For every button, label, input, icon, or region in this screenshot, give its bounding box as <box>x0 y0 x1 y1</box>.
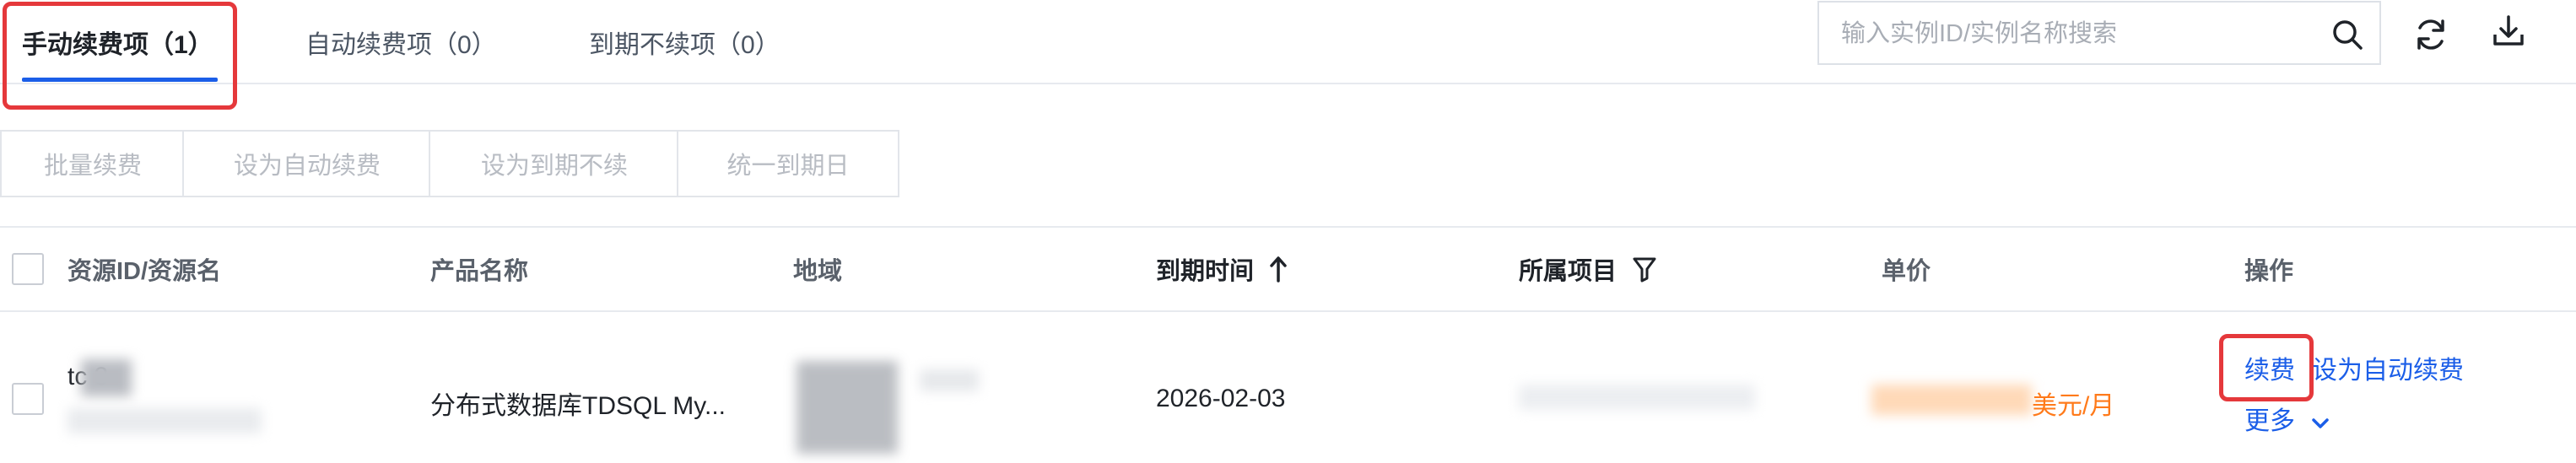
batch-renew-button[interactable]: 批量续费 <box>0 130 186 197</box>
sort-ascending-icon[interactable] <box>1267 255 1289 283</box>
search-input[interactable] <box>1839 11 2315 57</box>
column-header-resource: 资源ID/资源名 <box>68 258 222 285</box>
tab-auto-renew[interactable]: 自动续费项（0） <box>305 0 497 84</box>
redacted-resource-id <box>81 359 132 396</box>
redacted-region <box>797 361 898 454</box>
redacted-project <box>1519 385 1755 410</box>
redacted-resource-name <box>68 408 262 433</box>
set-no-renew-button[interactable]: 设为到期不续 <box>429 130 680 197</box>
unify-expiry-button[interactable]: 统一到期日 <box>677 130 899 197</box>
set-auto-renew-link[interactable]: 设为自动续费 <box>2312 349 2464 386</box>
price-unit: 美元/月 <box>2032 392 2115 420</box>
filter-icon[interactable] <box>1632 256 1657 283</box>
download-icon[interactable] <box>2486 8 2531 54</box>
column-header-project[interactable]: 所属项目 <box>1519 228 1657 310</box>
expiry-header-label: 到期时间 <box>1156 258 1255 285</box>
table-header: 资源ID/资源名 产品名称 地域 到期时间 所属项目 单价 操作 <box>0 226 2576 312</box>
search-box <box>1817 1 2381 65</box>
chevron-down-icon <box>2310 408 2330 437</box>
product-name: 分布式数据库TDSQL My... <box>430 392 726 420</box>
more-label: 更多 <box>2244 407 2295 435</box>
highlight-box-tab <box>3 2 237 110</box>
expiry-date: 2026-02-03 <box>1156 385 1286 412</box>
tab-no-renew[interactable]: 到期不续项（0） <box>589 0 780 84</box>
column-header-region: 地域 <box>793 258 843 285</box>
column-header-price: 单价 <box>1882 258 1931 285</box>
refresh-icon[interactable] <box>2408 12 2454 57</box>
redacted-price <box>1871 385 2032 415</box>
highlight-box-renew <box>2219 334 2314 401</box>
project-header-label: 所属项目 <box>1519 258 1617 285</box>
select-all-checkbox[interactable] <box>12 253 44 285</box>
row-checkbox[interactable] <box>12 383 44 415</box>
search-icon[interactable] <box>2325 13 2369 57</box>
column-header-expiry[interactable]: 到期时间 <box>1156 228 1289 310</box>
column-header-operations: 操作 <box>2244 258 2294 285</box>
redacted-region-detail <box>920 369 979 391</box>
table-row: tc 3 分布式数据库TDSQL My... 2026-02-03 美元/月 续… <box>0 314 2576 463</box>
more-dropdown[interactable]: 更多 <box>2244 400 2330 437</box>
column-header-product: 产品名称 <box>430 258 529 285</box>
set-auto-renew-button[interactable]: 设为自动续费 <box>182 130 432 197</box>
